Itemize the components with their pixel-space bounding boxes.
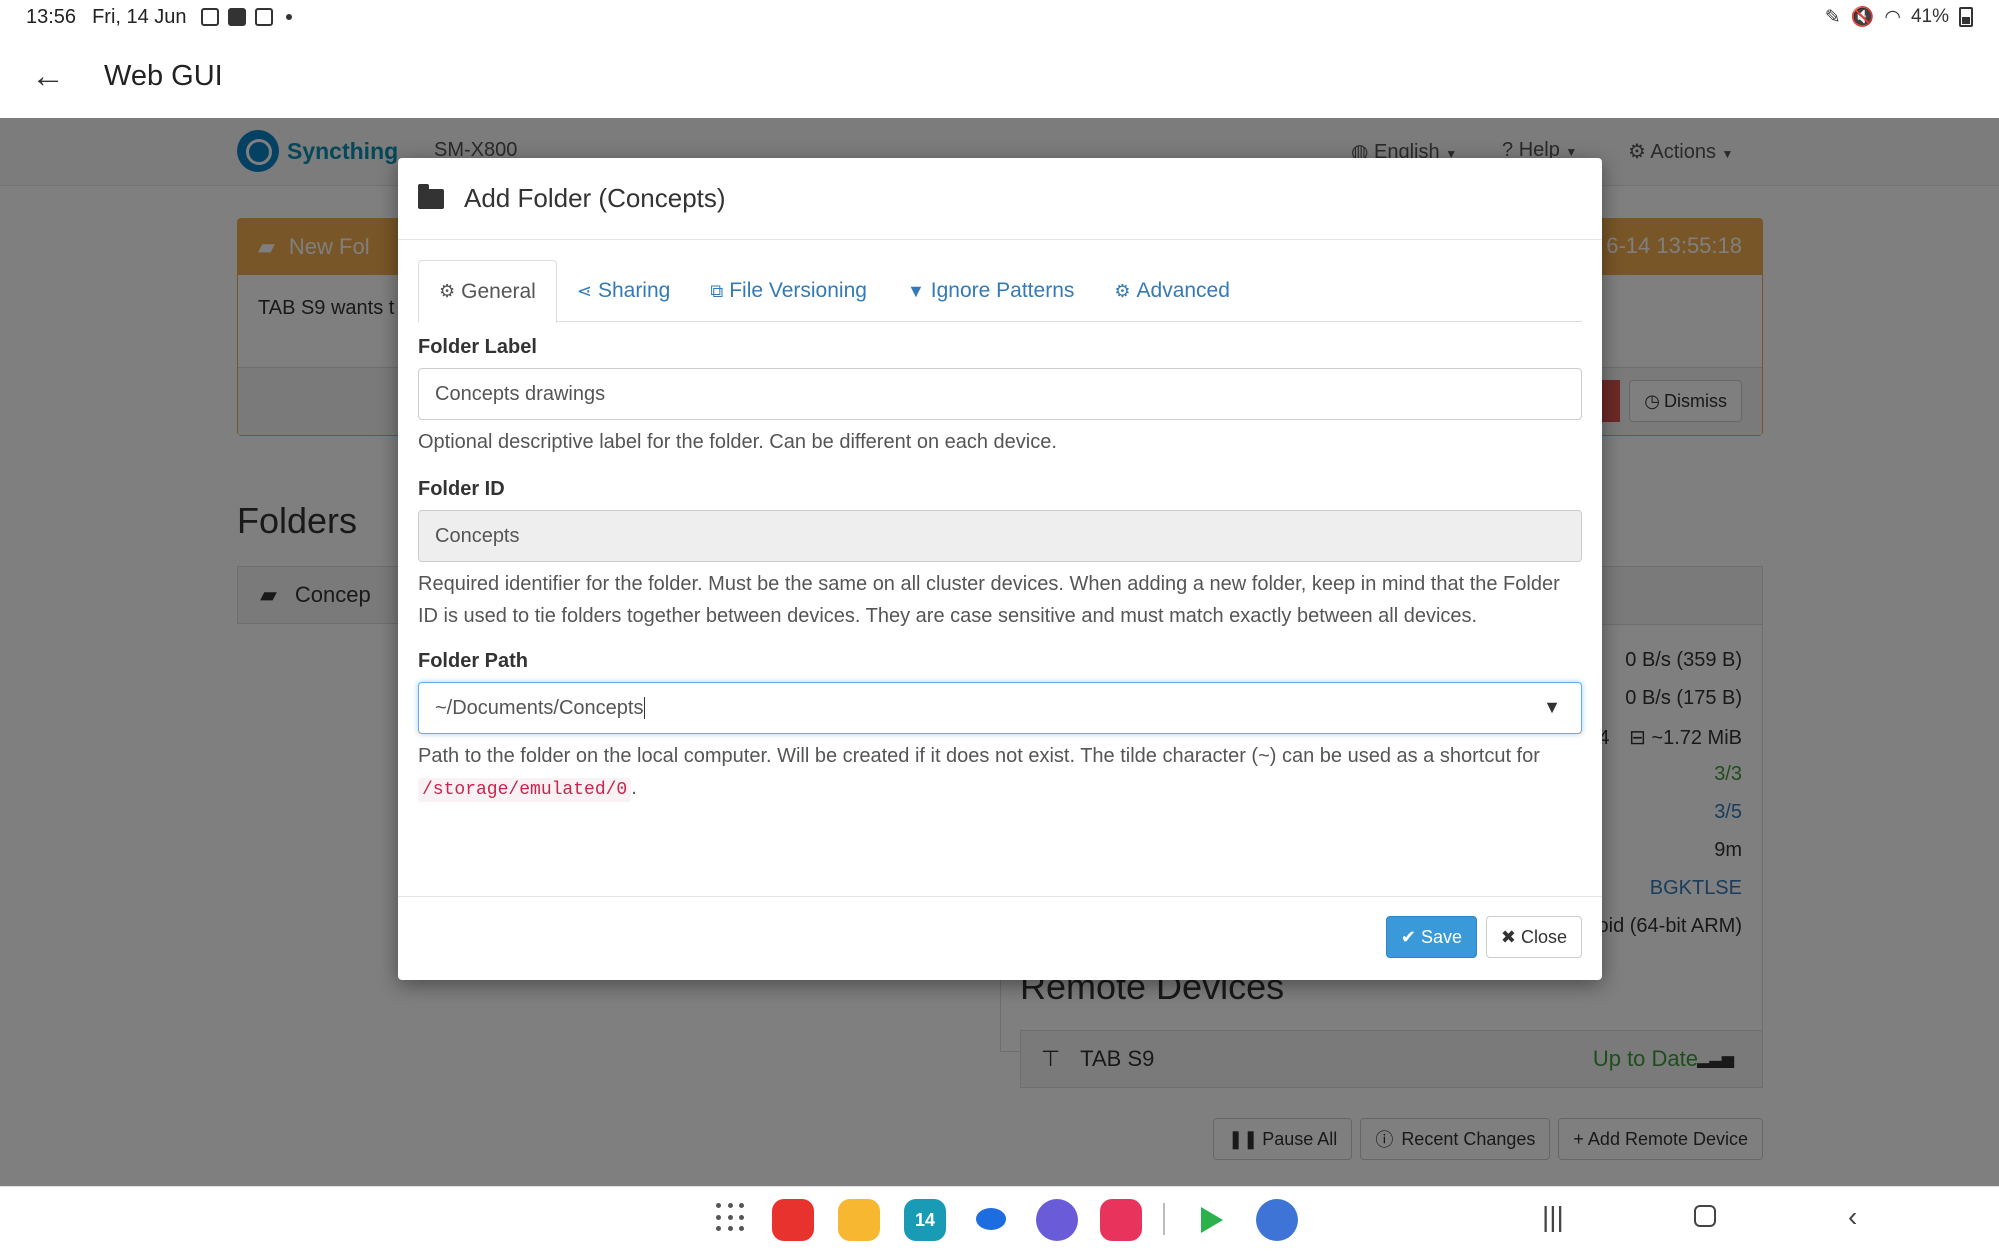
calendar-day: 14 — [914, 1209, 936, 1230]
wifi-icon: ◠ — [1884, 6, 1901, 28]
close-button[interactable]: ✖ Close — [1485, 916, 1582, 958]
internet-icon[interactable] — [1036, 1199, 1078, 1241]
dialog-footer: ✔ Save ✖ Close — [398, 896, 1602, 980]
android-taskbar: 14 ||| ‹ — [0, 1186, 1999, 1251]
status-bar: 13:56 Fri, 14 Jun — [0, 0, 1999, 34]
tab-general-label: General — [461, 279, 536, 303]
app-red-icon[interactable] — [772, 1199, 814, 1241]
app-title: Web GUI — [104, 59, 223, 92]
tab-advanced-label: Advanced — [1136, 279, 1230, 302]
folder-label-label: Folder Label — [418, 336, 537, 358]
screen-recorder-icon[interactable] — [1100, 1199, 1142, 1241]
recent-apps-icon[interactable]: ||| — [1542, 1201, 1564, 1233]
folder-id-help: Required identifier for the folder. Must… — [418, 573, 1560, 627]
taskbar-separator — [1163, 1203, 1165, 1235]
close-icon: ✖ — [1500, 926, 1516, 947]
folder-id-label: Folder ID — [418, 478, 505, 500]
back-arrow-icon[interactable]: ← — [22, 50, 74, 102]
dropdown-arrow-icon[interactable]: ▼ — [1543, 697, 1561, 718]
status-date: Fri, 14 Jun — [92, 5, 187, 28]
folder-id-value: Concepts — [435, 524, 520, 547]
tab-file-versioning-label: File Versioning — [729, 279, 867, 302]
tab-file-versioning[interactable]: ⧉ File Versioning — [690, 260, 887, 322]
cloud-icon[interactable] — [1256, 1199, 1298, 1241]
gear-icon: ⚙ — [439, 281, 456, 301]
home-icon[interactable] — [1694, 1205, 1716, 1227]
folder-path-help-end: . — [631, 777, 637, 799]
folder-path-label: Folder Path — [418, 650, 529, 672]
close-label: Close — [1520, 926, 1567, 947]
pen-icon: ✎ — [1824, 6, 1841, 28]
folder-icon — [418, 183, 444, 209]
filter-icon: ▼ — [906, 280, 925, 301]
gmail-notification-icon — [254, 8, 273, 26]
general-form: Folder Label Concepts drawings Optional … — [418, 336, 1582, 806]
checkbox-notification-icon — [227, 8, 246, 26]
storage-path-code: /storage/emulated/0 — [418, 778, 632, 802]
app-bar: ← Web GUI — [0, 34, 1999, 118]
more-notifications-icon — [285, 14, 292, 20]
tab-ignore-patterns-label: Ignore Patterns — [930, 279, 1075, 302]
gears-icon: ⚙ — [1114, 280, 1131, 301]
back-nav-icon[interactable]: ‹ — [1848, 1201, 1857, 1233]
calendar-icon[interactable]: 14 — [904, 1199, 946, 1241]
tab-sharing-label: Sharing — [597, 279, 671, 302]
save-button[interactable]: ✔ Save — [1385, 916, 1477, 958]
tab-general[interactable]: ⚙ General — [418, 260, 557, 323]
play-store-icon[interactable] — [1191, 1199, 1233, 1241]
folder-label-input[interactable]: Concepts drawings — [418, 368, 1582, 420]
app-drawer-icon[interactable] — [716, 1203, 746, 1233]
dialog-title: Add Folder (Concepts) — [464, 183, 726, 213]
folder-path-input[interactable]: ~/Documents/Concepts ▼ — [418, 682, 1582, 734]
battery-icon — [1959, 7, 1973, 27]
save-label: Save — [1420, 926, 1462, 947]
dialog-tabs: ⚙ General ⋖ Sharing ⧉ File Versioning ▼ … — [418, 260, 1582, 323]
messages-icon[interactable] — [970, 1199, 1012, 1241]
tab-ignore-patterns[interactable]: ▼ Ignore Patterns — [887, 260, 1094, 322]
folder-label-help: Optional descriptive label for the folde… — [418, 431, 1057, 453]
status-time: 13:56 — [26, 5, 77, 28]
folder-path-help-text: Path to the folder on the local computer… — [418, 745, 1540, 767]
tab-sharing[interactable]: ⋖ Sharing — [557, 260, 690, 322]
text-cursor — [644, 697, 646, 719]
status-right: ✎ 🔇 ◠ 41% — [1825, 0, 1973, 34]
folder-label-value: Concepts drawings — [435, 382, 606, 405]
folder-path-help: Path to the folder on the local computer… — [418, 740, 1582, 806]
dialog-header: Add Folder (Concepts) — [398, 158, 1602, 240]
check-icon: ✔ — [1400, 926, 1416, 947]
battery-text: 41% — [1910, 6, 1949, 27]
folder-id-input: Concepts — [418, 510, 1582, 562]
gallery-notification-icon — [200, 8, 219, 26]
tab-advanced[interactable]: ⚙ Advanced — [1094, 260, 1250, 322]
folder-path-value: ~/Documents/Concepts — [435, 696, 644, 719]
files-icon[interactable] — [838, 1199, 880, 1241]
share-icon: ⋖ — [576, 280, 592, 301]
add-folder-dialog: Add Folder (Concepts) ⚙ General ⋖ Sharin… — [398, 158, 1602, 980]
mute-icon: 🔇 — [1850, 7, 1875, 28]
copy-icon: ⧉ — [710, 280, 724, 301]
